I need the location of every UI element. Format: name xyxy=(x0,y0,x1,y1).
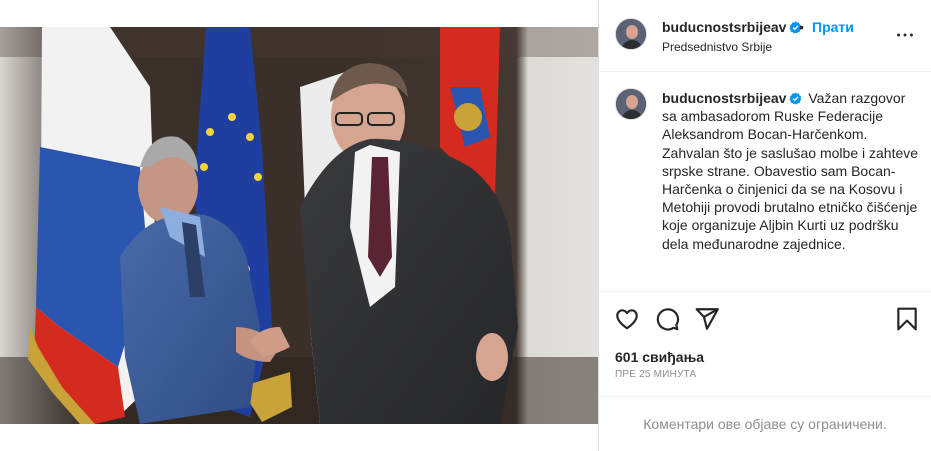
bookmark-icon[interactable] xyxy=(894,306,920,332)
author-username-text[interactable]: buducnostsrbijeav xyxy=(662,19,786,35)
header-separator: • xyxy=(799,19,804,35)
author-username[interactable]: buducnostsrbijeav xyxy=(662,19,802,35)
action-bar xyxy=(599,292,931,342)
post-header: buducnostsrbijeav • Прати Predsednistvo … xyxy=(599,0,931,72)
heart-icon[interactable] xyxy=(614,306,640,332)
post-photo-illustration xyxy=(0,27,600,424)
comment-icon[interactable] xyxy=(654,306,680,332)
caption-username[interactable]: buducnostsrbijeav xyxy=(662,90,802,106)
follow-button[interactable]: Прати xyxy=(812,19,854,35)
post-caption: buducnostsrbijeav Važan razgovor sa amba… xyxy=(599,72,931,292)
comments-divider xyxy=(599,396,931,397)
post-location[interactable]: Predsednistvo Srbije xyxy=(662,40,772,54)
more-options-icon[interactable] xyxy=(894,24,916,46)
share-icon[interactable] xyxy=(694,306,720,332)
post-side-panel: buducnostsrbijeav • Прати Predsednistvo … xyxy=(599,0,931,451)
avatar-image xyxy=(616,19,646,49)
caption-username-text[interactable]: buducnostsrbijeav xyxy=(662,90,786,106)
caption-text-block: buducnostsrbijeav Važan razgovor sa amba… xyxy=(662,89,920,253)
instagram-post-window: buducnostsrbijeav • Прати Predsednistvo … xyxy=(0,0,931,451)
media-bottom-padding xyxy=(0,424,600,451)
post-timestamp[interactable]: пре 25 минута xyxy=(615,369,696,380)
caption-body: Važan razgovor sa ambasadorom Ruske Fede… xyxy=(662,90,919,252)
caption-avatar-image xyxy=(616,89,646,119)
author-avatar[interactable] xyxy=(615,18,647,50)
likes-count[interactable]: 601 свиђања xyxy=(615,349,704,365)
comments-limited-notice: Коментари ове објаве су ограничени. xyxy=(643,416,887,432)
post-photo[interactable] xyxy=(0,27,600,424)
caption-verified-badge-icon xyxy=(789,92,802,105)
media-top-padding xyxy=(0,0,600,27)
caption-avatar[interactable] xyxy=(615,88,647,120)
